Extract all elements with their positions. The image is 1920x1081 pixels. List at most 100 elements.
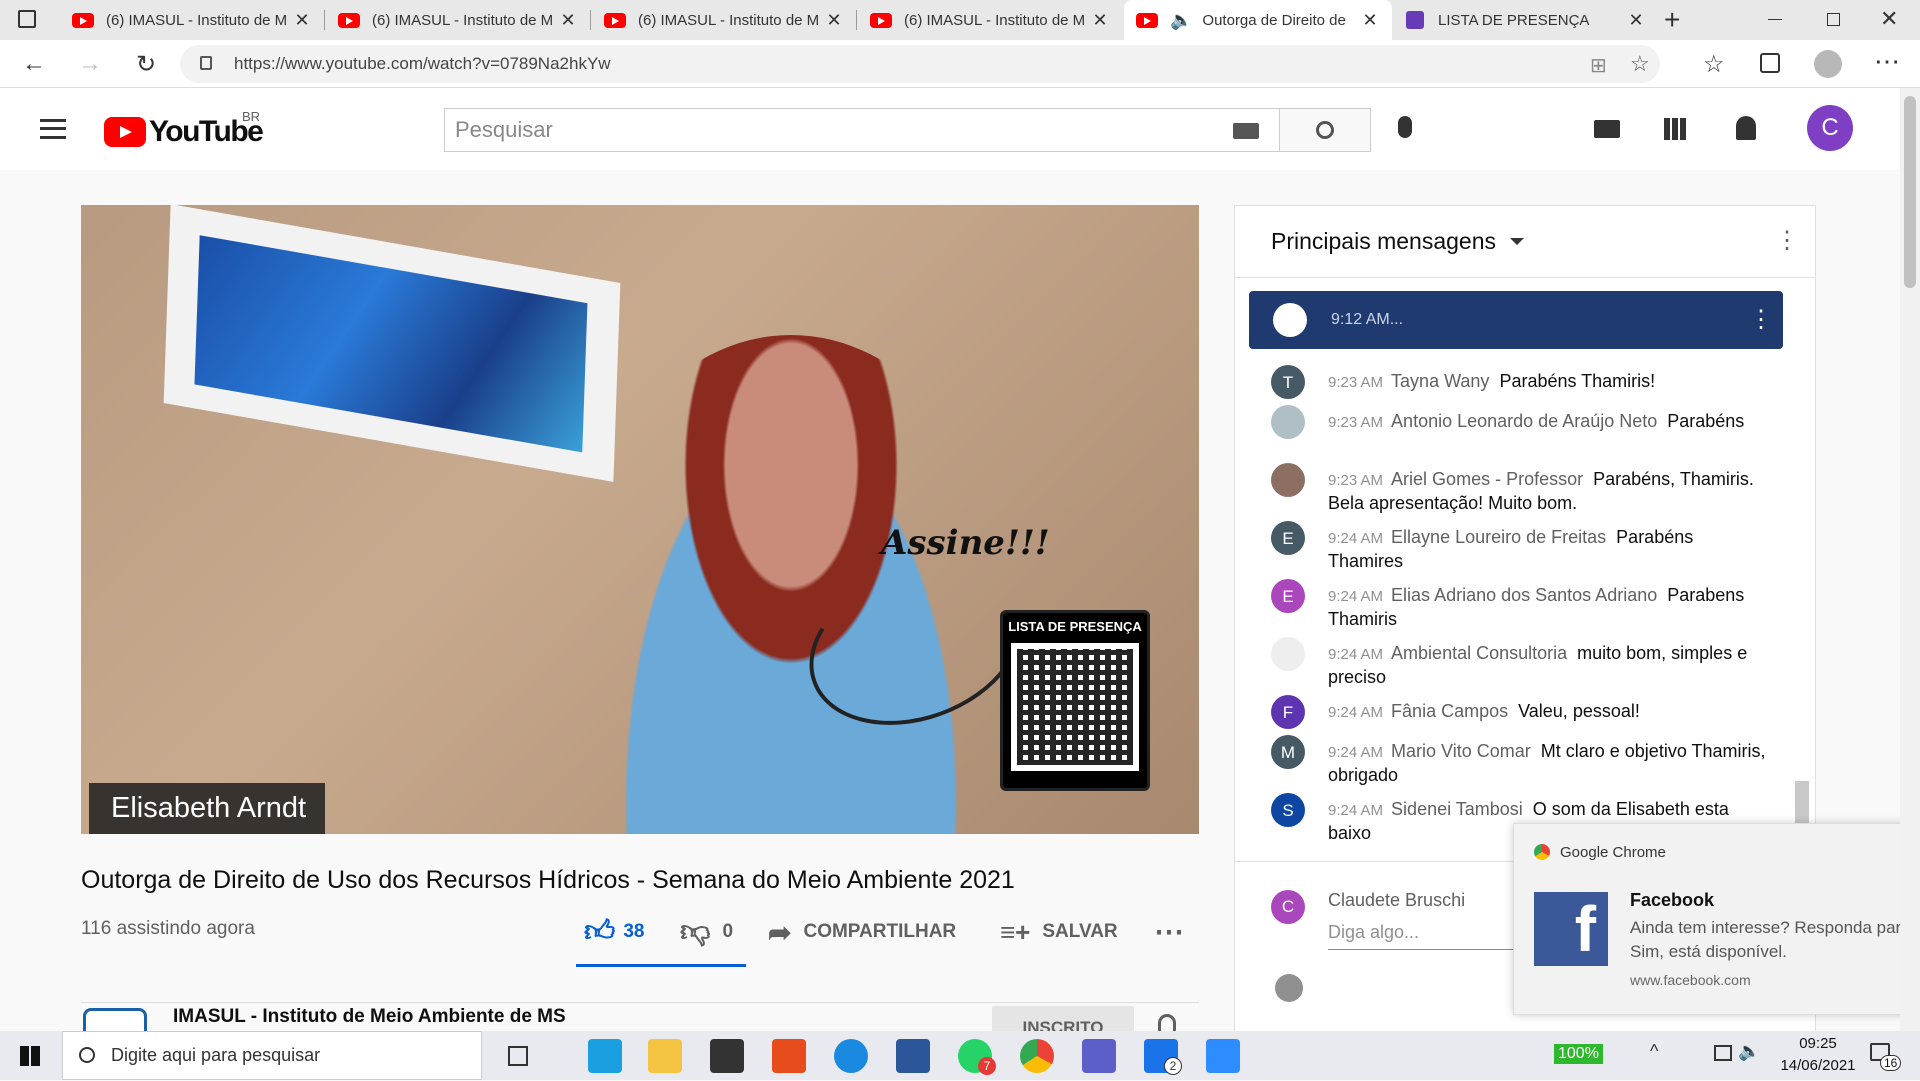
close-tab-icon[interactable]: ✕	[292, 10, 312, 31]
close-tab-icon[interactable]: ✕	[558, 10, 578, 31]
task-view-icon[interactable]	[508, 1046, 528, 1066]
notifications-bell-icon[interactable]	[1736, 116, 1756, 140]
mail-icon[interactable]: 2	[1144, 1039, 1182, 1075]
youtube-favicon-icon	[604, 12, 626, 28]
clock-time[interactable]: 09:25	[1788, 1035, 1848, 1052]
speaker-icon[interactable]: 🔈	[1170, 10, 1192, 31]
channel-name[interactable]: IMASUL - Instituto de Meio Ambiente de M…	[173, 1006, 566, 1028]
collections-icon[interactable]	[1760, 53, 1780, 73]
chat-header[interactable]: Principais mensagens ⋮	[1235, 206, 1815, 278]
search-icon	[79, 1047, 95, 1063]
network-icon[interactable]	[1714, 1045, 1732, 1061]
chat-message: M 9:24 AM Mario Vito Comar Mt claro e obje…	[1271, 735, 1771, 787]
zoom-icon[interactable]	[1206, 1039, 1240, 1073]
show-hidden-icons-icon[interactable]: ^	[1650, 1041, 1658, 1062]
background-painting	[163, 205, 621, 482]
file-explorer-icon[interactable]	[648, 1039, 682, 1073]
close-tab-icon[interactable]: ✕	[1626, 10, 1646, 31]
thumbs-up-icon: 👍︎	[584, 915, 616, 948]
more-actions-icon[interactable]: ⋯	[1154, 915, 1184, 949]
whatsapp-icon[interactable]: 7	[958, 1039, 996, 1075]
notification-bell-icon[interactable]	[1158, 1014, 1176, 1032]
store-icon[interactable]	[710, 1039, 744, 1073]
qr-label: LISTA DE PRESENÇA	[1008, 619, 1142, 634]
teams-icon[interactable]	[1082, 1039, 1116, 1073]
tab-actions-icon[interactable]	[18, 10, 36, 28]
youtube-header: YouTube BR Pesquisar C	[0, 88, 1900, 170]
pinned-message[interactable]: 9:12 AM... ⋮	[1249, 291, 1783, 349]
browser-tab[interactable]: (6) IMASUL - Instituto de M ✕	[60, 0, 324, 40]
clock-date[interactable]: 14/06/2021	[1768, 1057, 1868, 1074]
youtube-favicon-icon	[1136, 12, 1158, 28]
chat-input-field[interactable]: Diga algo...	[1328, 922, 1518, 950]
avatar[interactable]: C	[1807, 105, 1853, 151]
more-menu-icon[interactable]: ⋯	[1874, 46, 1900, 77]
share-icon: ➦	[768, 916, 792, 948]
profile-icon[interactable]	[1814, 50, 1842, 78]
keyboard-icon[interactable]	[1233, 123, 1259, 139]
restore-icon[interactable]	[1827, 13, 1840, 26]
close-window-icon[interactable]: ✕	[1880, 6, 1898, 32]
notification-count: 16	[1880, 1055, 1902, 1071]
microphone-icon[interactable]	[1398, 116, 1412, 138]
new-tab-icon[interactable]: +	[1664, 4, 1680, 36]
youtube-logo[interactable]: YouTube	[104, 115, 264, 149]
search-input[interactable]: Pesquisar	[444, 108, 1280, 152]
browser-tab-active[interactable]: 🔈 Outorga de Direito de ✕	[1124, 0, 1392, 40]
refresh-icon[interactable]: ↻	[124, 40, 168, 88]
volume-icon[interactable]: 🔈	[1738, 1041, 1760, 1062]
pinned-more-icon[interactable]: ⋮	[1749, 305, 1773, 334]
forward-icon[interactable]: →	[68, 40, 112, 88]
create-video-icon[interactable]	[1594, 120, 1620, 138]
share-button[interactable]: ➦ COMPARTILHAR	[768, 915, 956, 949]
search-button[interactable]	[1279, 108, 1371, 152]
speaker-name-tag: Elisabeth Arndt	[89, 783, 325, 834]
add-favorite-icon[interactable]: ☆	[1630, 51, 1650, 77]
chat-more-icon[interactable]: ⋮	[1775, 226, 1799, 255]
attendance-qr-card[interactable]: LISTA DE PRESENÇA	[1000, 610, 1150, 791]
like-button[interactable]: 👍︎ 38	[584, 915, 645, 949]
app-available-icon[interactable]: ⊞	[1590, 53, 1607, 78]
close-tab-icon[interactable]: ✕	[1360, 10, 1380, 31]
word-icon[interactable]	[896, 1039, 930, 1073]
menu-icon[interactable]	[40, 119, 66, 139]
chrome-icon[interactable]	[1020, 1039, 1054, 1073]
chrome-icon	[1534, 844, 1550, 860]
minimize-icon[interactable]	[1768, 19, 1782, 20]
battery-indicator[interactable]: 100%	[1554, 1044, 1603, 1064]
close-tab-icon[interactable]: ✕	[824, 10, 844, 31]
avatar: C	[1271, 890, 1305, 924]
browser-tab[interactable]: (6) IMASUL - Instituto de M ✕	[858, 0, 1122, 40]
youtube-play-icon	[104, 117, 146, 147]
video-player[interactable]: Assine!!! LISTA DE PRESENÇA Elisabeth Ar…	[81, 205, 1199, 834]
chevron-down-icon[interactable]	[1510, 238, 1525, 245]
browser-tab[interactable]: LISTA DE PRESENÇA ✕	[1394, 0, 1658, 40]
avatar: M	[1271, 735, 1305, 769]
apps-grid-icon[interactable]	[1664, 118, 1686, 140]
office-icon[interactable]	[772, 1039, 806, 1073]
edge-icon[interactable]	[834, 1039, 868, 1073]
chat-message: T 9:23 AM Tayna Wany Parabéns Thamiris!	[1271, 365, 1771, 399]
dislike-button[interactable]: 👎︎ 0	[680, 915, 733, 949]
avatar: F	[1271, 695, 1305, 729]
page-scrollbar[interactable]	[1900, 88, 1920, 1031]
back-icon[interactable]: ←	[12, 40, 56, 88]
favorites-icon[interactable]: ☆	[1703, 50, 1725, 79]
chat-message: E 9:24 AM Ellayne Loureiro de Freitas Para…	[1271, 521, 1771, 573]
app-l-icon[interactable]	[588, 1039, 622, 1073]
taskbar-search-input[interactable]: Digite aqui para pesquisar	[62, 1031, 482, 1080]
youtube-favicon-icon	[338, 12, 360, 28]
notification-toast[interactable]: Google Chrome f Facebook Ainda tem inter…	[1513, 823, 1920, 1015]
chat-input-author: Claudete Bruschi	[1328, 890, 1466, 910]
chat-message: 9:23 AM Ariel Gomes - Professor Parabéns, …	[1271, 463, 1771, 515]
avatar: T	[1271, 365, 1305, 399]
save-button[interactable]: ≡+ SALVAR	[1000, 915, 1118, 949]
avatar: E	[1271, 521, 1305, 555]
browser-tab[interactable]: (6) IMASUL - Instituto de M ✕	[326, 0, 590, 40]
browser-tab[interactable]: (6) IMASUL - Instituto de M ✕	[592, 0, 856, 40]
close-tab-icon[interactable]: ✕	[1090, 10, 1110, 31]
url-field[interactable]: https://www.youtube.com/watch?v=0789Na2h…	[180, 45, 1660, 83]
pinned-avatar	[1273, 303, 1307, 337]
windows-start-icon[interactable]	[20, 1046, 40, 1066]
emoji-icon[interactable]	[1275, 974, 1303, 1002]
